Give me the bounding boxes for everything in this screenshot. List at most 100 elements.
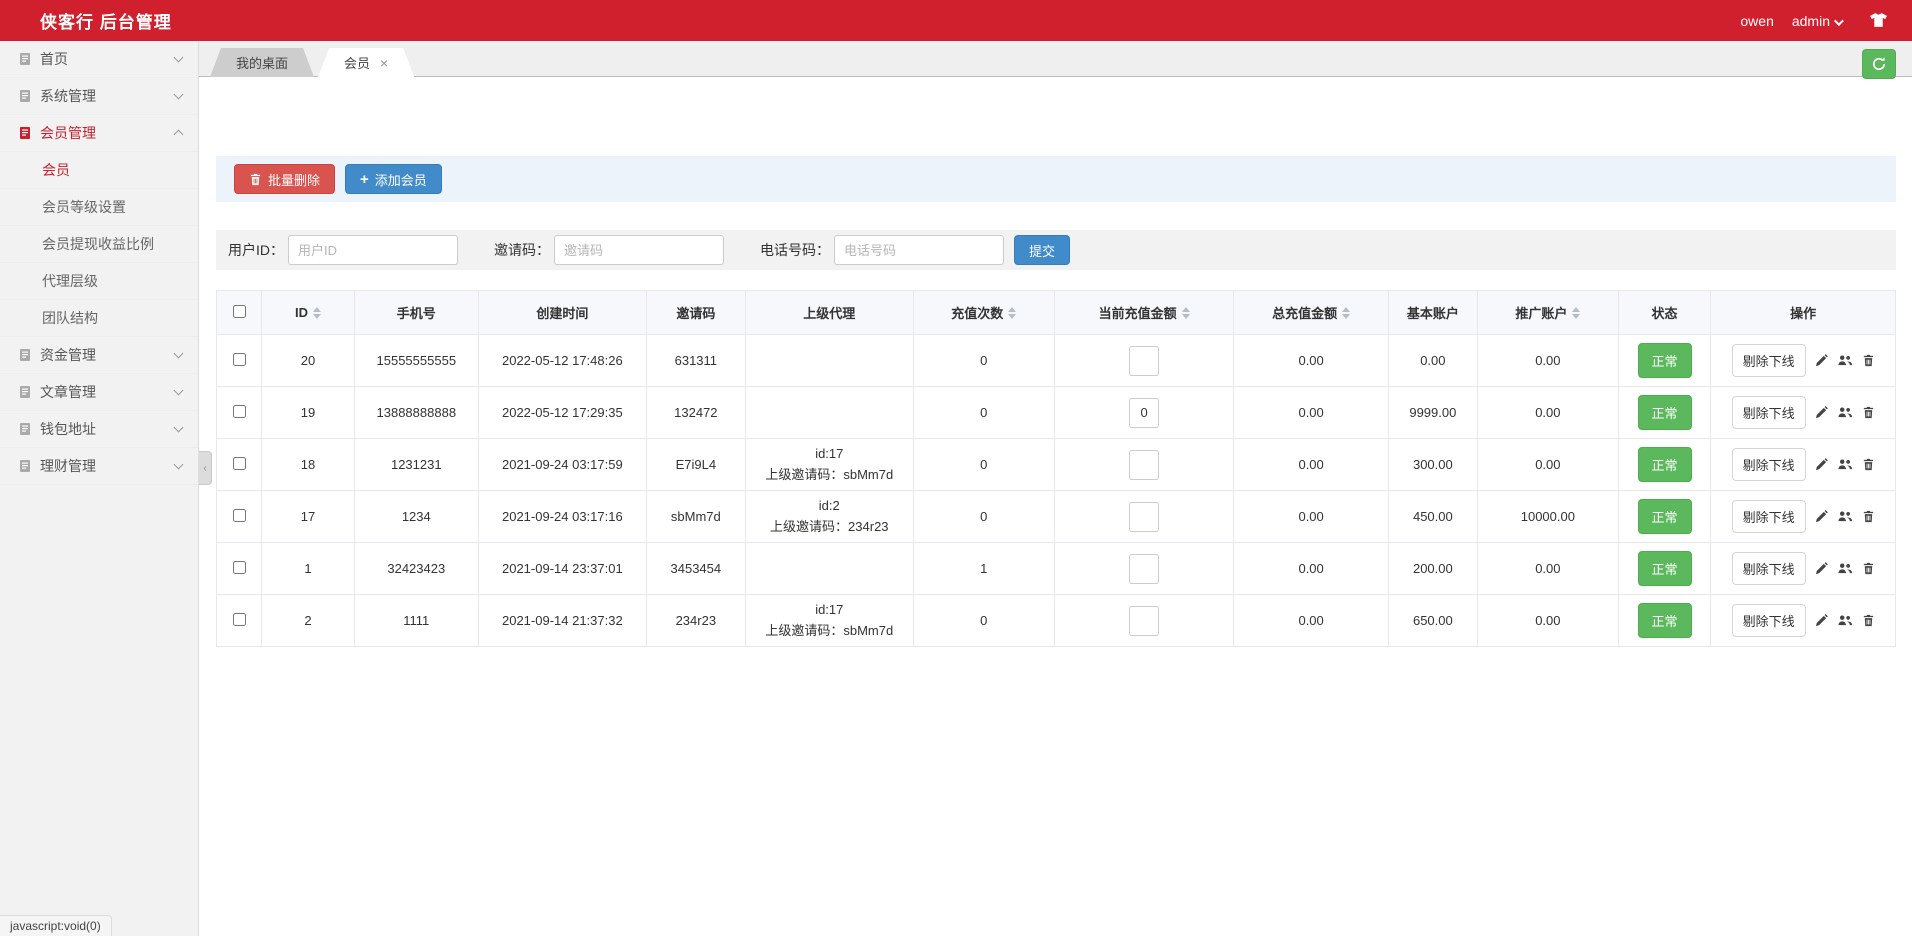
current-recharge-input[interactable]	[1129, 502, 1159, 532]
current-recharge-input[interactable]	[1129, 398, 1159, 428]
status-normal-button[interactable]: 正常	[1638, 447, 1692, 482]
remove-downline-button[interactable]: 剔除下线	[1732, 552, 1806, 585]
sidebar-item-funds[interactable]: 资金管理	[0, 337, 198, 374]
remove-downline-button[interactable]: 剔除下线	[1732, 604, 1806, 637]
row-checkbox[interactable]	[233, 561, 246, 574]
row-checkbox[interactable]	[233, 613, 246, 626]
current-recharge-input[interactable]	[1129, 554, 1159, 584]
edit-icon[interactable]	[1815, 458, 1828, 471]
sidebar-item-system[interactable]: 系统管理	[0, 78, 198, 115]
edit-icon[interactable]	[1815, 562, 1828, 575]
col-header-total-recharge: 总充值金额	[1272, 303, 1337, 322]
cell-promo-account: 0.00	[1477, 439, 1618, 491]
remove-downline-button[interactable]: 剔除下线	[1732, 448, 1806, 481]
delete-icon[interactable]	[1862, 562, 1875, 575]
status-normal-button[interactable]: 正常	[1638, 499, 1692, 534]
cell-basic-account: 450.00	[1388, 491, 1477, 543]
cell-created: 2022-05-12 17:29:35	[478, 387, 646, 439]
refresh-button[interactable]	[1862, 49, 1896, 79]
sidebar-item-label: 会员提现收益比例	[42, 234, 182, 254]
row-checkbox[interactable]	[233, 509, 246, 522]
sort-icon[interactable]	[1572, 307, 1580, 319]
team-icon[interactable]	[1837, 354, 1853, 367]
tab-member[interactable]: 会员 ×	[318, 48, 414, 77]
topbar-username[interactable]: owen	[1740, 13, 1773, 29]
select-all-checkbox[interactable]	[233, 305, 246, 318]
sidebar-item-member-level-settings[interactable]: 会员等级设置	[0, 189, 198, 226]
cell-phone: 13888888888	[354, 387, 478, 439]
cell-agent	[745, 335, 913, 387]
user-id-label: 用户ID：	[228, 240, 284, 260]
team-icon[interactable]	[1837, 406, 1853, 419]
row-checkbox[interactable]	[233, 353, 246, 366]
remove-downline-button[interactable]: 剔除下线	[1732, 344, 1806, 377]
user-id-input[interactable]	[288, 235, 458, 265]
delete-icon[interactable]	[1862, 458, 1875, 471]
sort-icon[interactable]	[1182, 307, 1190, 319]
edit-icon[interactable]	[1815, 510, 1828, 523]
team-icon[interactable]	[1837, 510, 1853, 523]
sidebar-item-articles[interactable]: 文章管理	[0, 374, 198, 411]
sort-icon[interactable]	[1008, 307, 1016, 319]
theme-shirt-icon[interactable]	[1869, 13, 1888, 28]
toolbar: 批量删除 + 添加会员	[216, 156, 1896, 202]
delete-icon[interactable]	[1862, 614, 1875, 627]
sidebar-item-label: 会员管理	[40, 123, 175, 143]
sidebar-item-team-structure[interactable]: 团队结构	[0, 300, 198, 337]
cell-basic-account: 0.00	[1388, 335, 1477, 387]
tab-my-desktop[interactable]: 我的桌面	[210, 48, 314, 77]
current-recharge-input[interactable]	[1129, 606, 1159, 636]
add-member-button[interactable]: + 添加会员	[345, 164, 442, 194]
sidebar-item-label: 代理层级	[42, 271, 182, 291]
current-recharge-input[interactable]	[1129, 450, 1159, 480]
status-bar: javascript:void(0)	[0, 915, 112, 936]
current-recharge-input[interactable]	[1129, 346, 1159, 376]
team-icon[interactable]	[1837, 458, 1853, 471]
status-normal-button[interactable]: 正常	[1638, 395, 1692, 430]
sidebar-item-withdraw-ratio[interactable]: 会员提现收益比例	[0, 226, 198, 263]
sidebar-item-member-management[interactable]: 会员管理	[0, 115, 198, 152]
cell-invite: 631311	[646, 335, 745, 387]
sidebar-item-home[interactable]: 首页	[0, 41, 198, 78]
sidebar-item-agent-levels[interactable]: 代理层级	[0, 263, 198, 300]
cell-id: 19	[262, 387, 354, 439]
cell-phone: 1111	[354, 595, 478, 647]
sort-icon[interactable]	[1342, 307, 1350, 319]
row-checkbox[interactable]	[233, 457, 246, 470]
topbar-user-menu[interactable]: admin	[1792, 13, 1841, 29]
status-normal-button[interactable]: 正常	[1638, 343, 1692, 378]
cell-invite: E7i9L4	[646, 439, 745, 491]
sidebar: 首页 系统管理 会员管理 会员 会员等级设置 会员提现收益比例 代理层级 团队结…	[0, 41, 199, 936]
chevron-down-icon	[174, 386, 184, 396]
delete-icon[interactable]	[1862, 406, 1875, 419]
invite-code-input[interactable]	[554, 235, 724, 265]
team-icon[interactable]	[1837, 614, 1853, 627]
table-row: 20 15555555555 2022-05-12 17:48:26 63131…	[217, 335, 1896, 387]
delete-icon[interactable]	[1862, 354, 1875, 367]
edit-icon[interactable]	[1815, 354, 1828, 367]
status-normal-button[interactable]: 正常	[1638, 551, 1692, 586]
col-header-basic-account: 基本账户	[1407, 303, 1459, 322]
refresh-icon	[1871, 56, 1887, 72]
chevron-up-icon	[174, 130, 184, 140]
sidebar-collapse-handle[interactable]: ‹	[199, 451, 212, 485]
submit-button[interactable]: 提交	[1014, 235, 1070, 265]
phone-input[interactable]	[834, 235, 1004, 265]
status-normal-button[interactable]: 正常	[1638, 603, 1692, 638]
phone-label: 电话号码：	[760, 240, 830, 260]
sort-icon[interactable]	[313, 307, 321, 319]
tab-bar: 我的桌面 会员 ×	[199, 41, 1912, 77]
remove-downline-button[interactable]: 剔除下线	[1732, 396, 1806, 429]
cell-agent: id:2上级邀请码：234r23	[745, 491, 913, 543]
sidebar-item-member[interactable]: 会员	[0, 152, 198, 189]
remove-downline-button[interactable]: 剔除下线	[1732, 500, 1806, 533]
delete-icon[interactable]	[1862, 510, 1875, 523]
close-icon[interactable]: ×	[380, 56, 388, 70]
team-icon[interactable]	[1837, 562, 1853, 575]
sidebar-item-wallet-address[interactable]: 钱包地址	[0, 411, 198, 448]
sidebar-item-wealth-management[interactable]: 理财管理	[0, 448, 198, 485]
edit-icon[interactable]	[1815, 614, 1828, 627]
batch-delete-button[interactable]: 批量删除	[234, 164, 335, 194]
row-checkbox[interactable]	[233, 405, 246, 418]
edit-icon[interactable]	[1815, 406, 1828, 419]
